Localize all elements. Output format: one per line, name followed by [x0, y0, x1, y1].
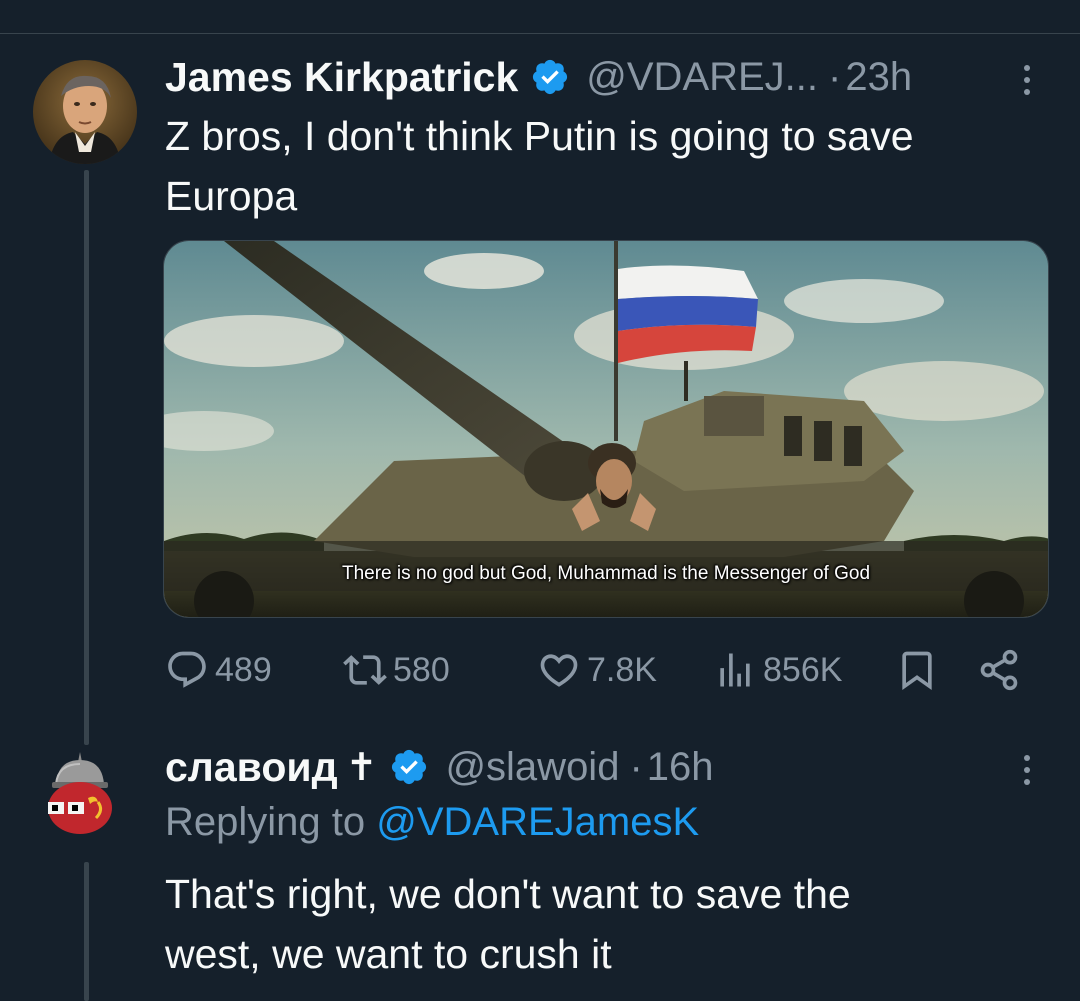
- retweet-icon: [343, 648, 387, 692]
- tweet-text-line: Z bros, I don't think Putin is going to …: [165, 113, 914, 159]
- replying-to-mention[interactable]: @VDAREJamesK: [376, 800, 699, 844]
- thread-connector-reply: [84, 862, 89, 1001]
- reply-count: 489: [215, 650, 272, 689]
- separator-dot: ·: [828, 54, 842, 99]
- reply-text-line: west, we want to crush it: [165, 931, 612, 977]
- views-button[interactable]: 856K: [713, 640, 842, 700]
- tank-scene-image: [164, 241, 1048, 617]
- views-count: 856K: [763, 650, 843, 689]
- views-icon: [713, 648, 757, 692]
- top-divider: [0, 33, 1080, 34]
- author-handle[interactable]: @VDAREJ...: [586, 55, 818, 100]
- reply-header: славоид ✝ @slawoid · 16h: [165, 742, 714, 792]
- reply-author-handle[interactable]: @slawoid: [445, 745, 619, 790]
- more-icon[interactable]: [1012, 748, 1042, 792]
- avatar-james-kirkpatrick[interactable]: [33, 60, 137, 164]
- replying-to: Replying to @VDAREJamesK: [165, 800, 699, 845]
- reply-icon: [165, 648, 209, 692]
- like-icon: [537, 648, 581, 692]
- video-subtitle: There is no god but God, Muhammad is the…: [341, 563, 871, 584]
- share-icon: [977, 648, 1021, 692]
- verified-badge-icon: [389, 747, 429, 787]
- like-count: 7.8K: [587, 650, 657, 689]
- reply-text: That's right, we don't want to save the …: [165, 864, 1045, 984]
- reply-author-display-name[interactable]: славоид: [165, 744, 338, 791]
- like-button[interactable]: 7.8K: [537, 640, 657, 700]
- retweet-count: 580: [393, 650, 450, 689]
- reply-timestamp[interactable]: 16h: [647, 745, 714, 790]
- avatar-slawoid[interactable]: [38, 752, 122, 836]
- more-icon[interactable]: [1012, 58, 1042, 102]
- thread-connector: [84, 170, 89, 745]
- separator-dot: ·: [629, 744, 643, 789]
- bookmark-icon: [895, 648, 939, 692]
- portrait-avatar-image: [33, 60, 137, 164]
- tweet-action-bar: 489 580 7.8K 856K: [165, 640, 1025, 700]
- tweet-media-video[interactable]: There is no god but God, Muhammad is the…: [163, 240, 1049, 618]
- replying-to-label: Replying to: [165, 800, 366, 844]
- tweet-header: James Kirkpatrick @VDAREJ... · 23h: [165, 52, 912, 102]
- tweet-text: Z bros, I don't think Putin is going to …: [165, 106, 1045, 226]
- tweet-text-line: Europa: [165, 173, 298, 219]
- share-button[interactable]: [977, 640, 1021, 700]
- reply-text-line: That's right, we don't want to save the: [165, 871, 851, 917]
- bookmark-button[interactable]: [895, 640, 939, 700]
- author-display-name[interactable]: James Kirkpatrick: [165, 54, 518, 101]
- retweet-button[interactable]: 580: [343, 640, 450, 700]
- timestamp[interactable]: 23h: [845, 55, 912, 100]
- reply-button[interactable]: 489: [165, 640, 272, 700]
- cross-icon: ✝: [345, 745, 378, 789]
- verified-badge-icon: [530, 57, 570, 97]
- countryball-avatar-image: [48, 752, 112, 834]
